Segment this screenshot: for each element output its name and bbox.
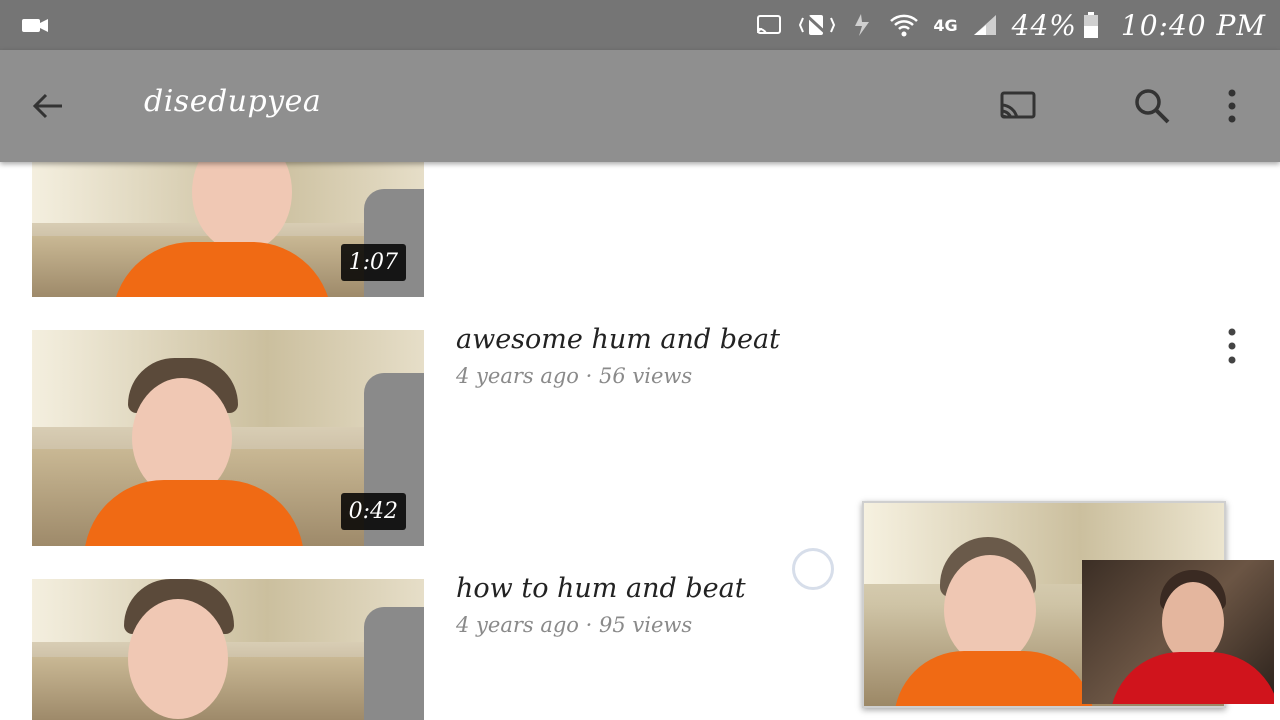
- status-bar: 4G 44% 10:40 PM: [0, 0, 1280, 50]
- signal-icon: [972, 13, 998, 37]
- data-arrows-icon: [851, 12, 875, 38]
- cast-icon[interactable]: [996, 84, 1040, 128]
- video-meta: 4 years ago · 95 views: [456, 613, 693, 637]
- video-thumbnail[interactable]: 1:07: [32, 162, 424, 297]
- video-duration: 1:07: [340, 244, 406, 281]
- video-meta: 4 years ago · 56 views: [456, 364, 693, 388]
- camera-preview: [1082, 560, 1274, 704]
- video-thumbnail[interactable]: [32, 579, 424, 720]
- video-camera-icon: [22, 19, 48, 32]
- video-title[interactable]: how to hum and beat: [456, 573, 746, 604]
- battery-percent: 44%: [1011, 8, 1077, 42]
- app-bar: disedupyea: [0, 50, 1280, 162]
- channel-title: disedupyea: [144, 84, 322, 119]
- search-icon[interactable]: [1130, 84, 1174, 128]
- loading-spinner: [792, 548, 834, 590]
- video-title[interactable]: awesome hum and beat: [456, 324, 780, 355]
- more-vertical-icon[interactable]: [1218, 326, 1246, 366]
- battery-icon: [1083, 11, 1099, 39]
- status-icons: 4G 44% 10:40 PM: [741, 0, 1266, 50]
- video-thumbnail[interactable]: 0:42: [32, 330, 424, 546]
- clock: 10:40 PM: [1120, 8, 1266, 42]
- vibrate-icon: [797, 12, 837, 38]
- video-duration: 0:42: [340, 493, 406, 530]
- network-type-label: 4G: [933, 15, 958, 35]
- more-vertical-icon[interactable]: [1210, 84, 1254, 128]
- cast-icon: [755, 13, 783, 37]
- wifi-icon: [889, 12, 919, 38]
- back-arrow-icon[interactable]: [28, 86, 68, 126]
